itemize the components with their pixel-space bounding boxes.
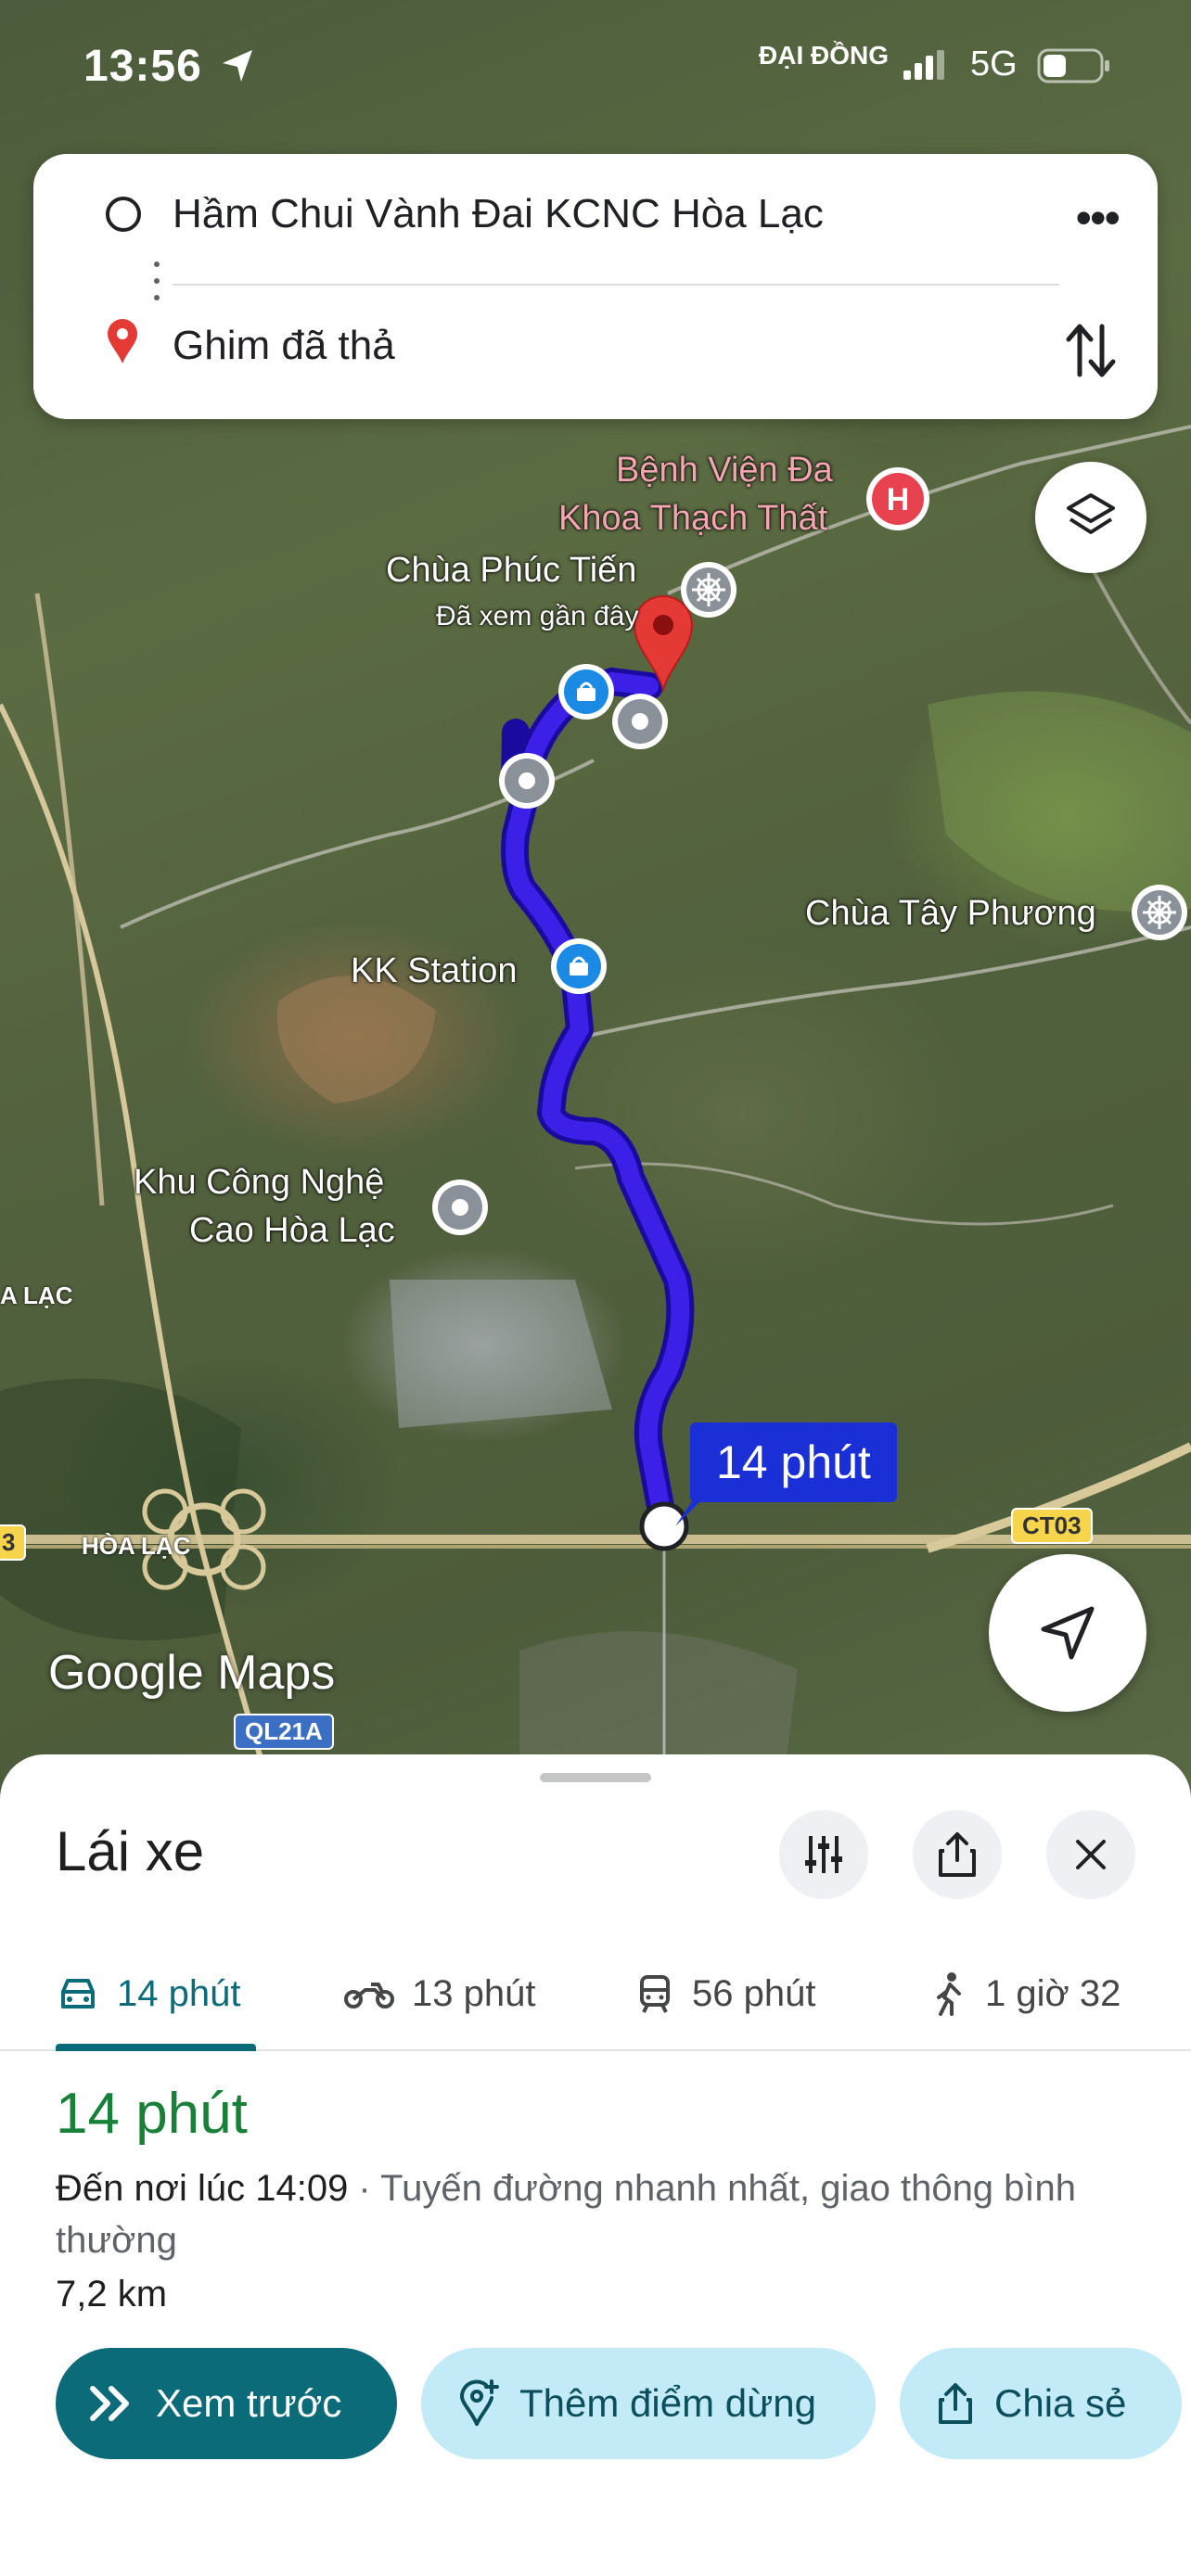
poi-marker-tech-park[interactable] [427, 1174, 493, 1241]
active-tab-indicator [56, 2044, 256, 2051]
tune-icon [805, 1836, 842, 1873]
pagoda-label-phuc-tien: Chùa Phúc Tiến [386, 551, 637, 590]
dropped-pin-icon[interactable] [631, 593, 696, 695]
route-summary: Đến nơi lúc 14:09 · Tuyến đường nhanh nh… [56, 2162, 1095, 2266]
route-distance: 7,2 km [56, 2274, 168, 2315]
poi-marker[interactable] [493, 747, 560, 814]
battery-icon [1037, 48, 1109, 83]
google-maps-logo: Google Maps [48, 1646, 336, 1700]
hospital-label-line1: Bệnh Viện Đa [616, 451, 833, 490]
bubble-pointer [675, 1493, 709, 1526]
shopping-marker-kk-station[interactable] [545, 933, 612, 1000]
sheet-title: Lái xe [56, 1820, 205, 1882]
hospital-icon[interactable]: H [863, 464, 933, 534]
origin-field[interactable]: Hầm Chui Vành Đai KCNC Hòa Lạc [173, 191, 824, 237]
preview-button[interactable]: Xem trước [56, 2348, 397, 2459]
share-icon [939, 1832, 976, 1877]
double-chevron-icon [90, 2386, 129, 2421]
add-location-icon [459, 2379, 499, 2426]
carrier-name: ĐẠI ĐỒNG [759, 41, 889, 70]
road-shield: 3 [0, 1524, 27, 1561]
shopping-marker[interactable] [553, 658, 620, 725]
clock: 13:56 [83, 42, 202, 91]
preview-button-label: Xem trước [156, 2381, 342, 2425]
tab-motorbike-label: 13 phút [412, 1972, 536, 2014]
tab-walking-label: 1 giờ 32 [985, 1972, 1121, 2014]
arrival-time: Đến nơi lúc 14:09 [56, 2168, 349, 2209]
layers-button[interactable] [1035, 462, 1146, 573]
recently-viewed-label: Đã xem gần đây [436, 601, 639, 631]
tech-park-label-line2: Cao Hòa Lạc [189, 1211, 395, 1250]
route-duration: 14 phút [56, 2082, 248, 2146]
map-view[interactable]: H Bệnh Viện Đa Khoa Thạch Thất Chùa Phúc… [0, 0, 1191, 1817]
area-label: HÒA LẠC [82, 1532, 191, 1560]
close-button[interactable] [1046, 1810, 1135, 1899]
route-options-button[interactable] [779, 1810, 868, 1899]
share-top-button[interactable] [913, 1810, 1002, 1899]
destination-pin-icon [108, 319, 137, 363]
signal-icon [903, 50, 944, 80]
close-icon [1076, 1840, 1106, 1869]
train-icon [640, 1975, 670, 2013]
motorbike-icon [344, 1983, 394, 2009]
origin-circle-icon [106, 197, 141, 232]
tech-park-label-line1: Khu Công Nghệ [134, 1163, 385, 1202]
road-shield-ct03: CT03 [1011, 1508, 1093, 1544]
tab-transit[interactable]: 56 phút [634, 1966, 815, 2021]
tab-motorbike[interactable]: 13 phút [343, 1966, 535, 2021]
route-time-bubble[interactable]: 14 phút [690, 1422, 897, 1502]
hospital-label-line2: Khoa Thạch Thất [558, 499, 828, 538]
car-icon [61, 1979, 95, 2009]
add-stop-label: Thêm điểm dừng [519, 2381, 816, 2425]
origin-row[interactable]: Hầm Chui Vành Đai KCNC Hòa Lạc ••• [33, 163, 1158, 265]
destination-row[interactable]: Ghim đã thả [33, 295, 1158, 397]
area-label: A LẠC [0, 1282, 73, 1309]
directions-search-card: Hầm Chui Vành Đai KCNC Hòa Lạc ••• Ghim … [33, 154, 1158, 419]
divider [173, 284, 1059, 286]
drag-handle[interactable] [540, 1773, 651, 1782]
share-icon [939, 2383, 972, 2424]
swap-icon[interactable] [1065, 321, 1117, 380]
pagoda-label-tay-phuong: Chùa Tây Phương [805, 894, 1096, 933]
status-bar: 13:56 ĐẠI ĐỒNG 5G [0, 37, 1191, 93]
station-label: KK Station [351, 951, 518, 990]
walk-icon [937, 1972, 961, 2016]
directions-sheet: Lái xe 14 phút 13 phút 56 phút 1 giờ 32 … [0, 1754, 1191, 2576]
network-type: 5G [970, 45, 1018, 83]
layers-icon [1067, 493, 1115, 534]
road-shield-ql21a: QL21A [234, 1714, 334, 1750]
tab-driving-label: 14 phút [117, 1972, 241, 2014]
add-stop-button[interactable]: Thêm điểm dừng [421, 2348, 876, 2459]
location-arrow-icon [223, 50, 252, 82]
tab-walking[interactable]: 1 giờ 32 [931, 1966, 1121, 2021]
svg-text:H: H [887, 482, 910, 517]
pagoda-icon[interactable] [1126, 879, 1191, 946]
tab-driving[interactable]: 14 phút [56, 1966, 240, 2021]
share-button-label: Chia sẻ [994, 2381, 1127, 2425]
my-location-button[interactable] [989, 1554, 1146, 1712]
destination-field[interactable]: Ghim đã thả [173, 323, 395, 369]
tab-transit-label: 56 phút [692, 1972, 816, 2014]
more-options-icon[interactable]: ••• [1075, 191, 1120, 245]
share-button[interactable]: Chia sẻ [900, 2348, 1182, 2459]
navigation-arrow-icon [1041, 1606, 1095, 1660]
travel-mode-tabs: 14 phút 13 phút 56 phút 1 giờ 32 [0, 1947, 1191, 2051]
